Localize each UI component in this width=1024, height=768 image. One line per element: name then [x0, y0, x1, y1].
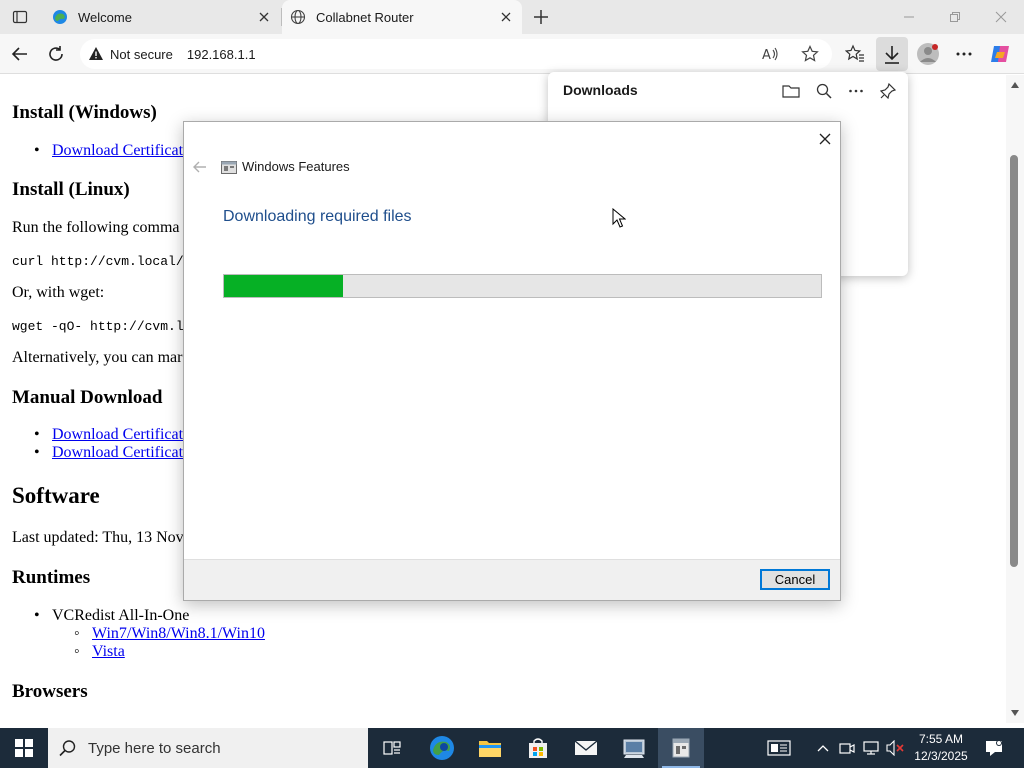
page-scrollbar[interactable] — [1006, 75, 1024, 723]
tab-collabnet-router[interactable]: Collabnet Router — [282, 0, 522, 34]
start-button[interactable] — [0, 728, 48, 768]
browser-tab-bar: Welcome Collabnet Router — [0, 0, 1024, 34]
scrollbar-thumb[interactable] — [1010, 155, 1018, 567]
restore-button[interactable] — [944, 6, 966, 28]
run-following-text: Run the following comma — [12, 219, 180, 236]
taskbar-clock[interactable]: 7:55 AM 12/3/2025 — [910, 731, 972, 765]
security-label[interactable]: Not secure — [110, 47, 173, 62]
download-certificate-link[interactable]: Download Certificat — [34, 142, 183, 160]
volume-muted-icon[interactable] — [884, 728, 906, 768]
dialog-footer — [184, 559, 840, 600]
refresh-button[interactable] — [44, 42, 68, 66]
back-arrow-icon[interactable] — [192, 159, 208, 175]
network-icon[interactable] — [860, 728, 882, 768]
open-folder-icon[interactable] — [780, 80, 802, 102]
address-bar[interactable]: Not secure 192.168.1.1 A — [80, 39, 832, 69]
tab-label: Collabnet Router — [316, 9, 414, 25]
dialog-heading: Downloading required files — [223, 208, 412, 225]
globe-icon — [290, 9, 306, 25]
heading-install-linux: Install (Linux) — [12, 179, 130, 200]
clock-time: 7:55 AM — [918, 732, 964, 746]
wget-command: wget -qO- http://cvm.loc — [12, 319, 200, 334]
curl-command: curl http://cvm.local/l — [12, 254, 192, 269]
minimize-button[interactable] — [898, 6, 920, 28]
read-aloud-icon[interactable]: A — [758, 42, 782, 66]
progress-fill — [224, 275, 344, 297]
profile-avatar-icon[interactable] — [916, 42, 940, 66]
dialog-window-title: Windows Features — [242, 159, 350, 174]
or-wget-text: Or, with wget: — [12, 284, 105, 301]
favorites-icon[interactable] — [843, 42, 867, 66]
windows-taskbar: Type here to search 7:55 AM 12/3/2025 — [0, 728, 1024, 768]
search-placeholder: Type here to search — [88, 739, 221, 757]
cancel-button[interactable]: Cancel — [760, 569, 830, 590]
notifications-icon[interactable] — [978, 728, 1010, 768]
windows-features-icon — [221, 159, 237, 175]
more-options-icon[interactable] — [845, 80, 867, 102]
favorite-star-icon[interactable] — [798, 42, 822, 66]
downloads-button[interactable] — [876, 37, 908, 71]
pin-icon[interactable] — [877, 80, 899, 102]
close-tab-icon[interactable] — [256, 9, 272, 25]
mail-icon[interactable] — [562, 728, 610, 768]
more-options-icon[interactable] — [952, 42, 976, 66]
new-tab-button[interactable] — [530, 6, 552, 28]
taskbar-search-box[interactable]: Type here to search — [48, 728, 368, 768]
mouse-cursor-icon — [612, 207, 627, 228]
heading-software: Software — [12, 483, 100, 508]
close-tab-icon[interactable] — [498, 9, 514, 25]
edge-taskbar-icon[interactable] — [418, 728, 466, 768]
dialog-close-button[interactable] — [814, 128, 836, 150]
back-button[interactable] — [8, 42, 32, 66]
control-panel-icon[interactable] — [610, 728, 658, 768]
download-progress-bar — [223, 274, 822, 298]
chevron-up-icon[interactable] — [812, 728, 834, 768]
heading-manual-download: Manual Download — [12, 387, 163, 408]
download-certificate-link[interactable]: Download Certificat — [34, 444, 183, 462]
tab-welcome[interactable]: Welcome — [44, 0, 280, 34]
scroll-down-icon[interactable] — [1009, 707, 1021, 719]
vcredist-item: VCRedist All-In-One — [34, 607, 189, 625]
download-certificate-link[interactable]: Download Certificat — [34, 426, 183, 444]
copilot-icon[interactable] — [989, 42, 1013, 66]
heading-browsers: Browsers — [12, 681, 88, 702]
close-window-button[interactable] — [990, 6, 1012, 28]
edge-favicon-icon — [52, 9, 68, 25]
warning-icon[interactable] — [88, 46, 104, 62]
browser-toolbar: Not secure 192.168.1.1 A — [0, 34, 1024, 74]
heading-runtimes: Runtimes — [12, 567, 91, 588]
file-explorer-icon[interactable] — [466, 728, 514, 768]
alternatively-text: Alternatively, you can mar — [12, 349, 183, 366]
news-widget-icon[interactable] — [760, 728, 798, 768]
win-versions-link[interactable]: Win7/Win8/Win8.1/Win10 — [74, 625, 265, 643]
task-view-icon[interactable] — [370, 728, 414, 768]
clock-date: 12/3/2025 — [914, 749, 968, 763]
scroll-up-icon[interactable] — [1009, 79, 1021, 91]
svg-text:A: A — [762, 48, 771, 63]
tab-actions-icon[interactable] — [8, 6, 32, 28]
windows-features-taskbar-icon[interactable] — [658, 728, 704, 768]
microsoft-store-icon[interactable] — [514, 728, 562, 768]
heading-install-windows: Install (Windows) — [12, 102, 157, 123]
last-updated-text: Last updated: Thu, 13 Nov — [12, 529, 184, 546]
meet-now-icon[interactable] — [836, 728, 858, 768]
search-icon[interactable] — [813, 80, 835, 102]
windows-features-dialog: Windows Features Downloading required fi… — [183, 121, 841, 601]
tab-label: Welcome — [78, 9, 132, 25]
url-text[interactable]: 192.168.1.1 — [187, 47, 256, 62]
vista-link[interactable]: Vista — [74, 643, 125, 661]
downloads-title: Downloads — [563, 82, 638, 98]
search-icon — [58, 738, 78, 758]
